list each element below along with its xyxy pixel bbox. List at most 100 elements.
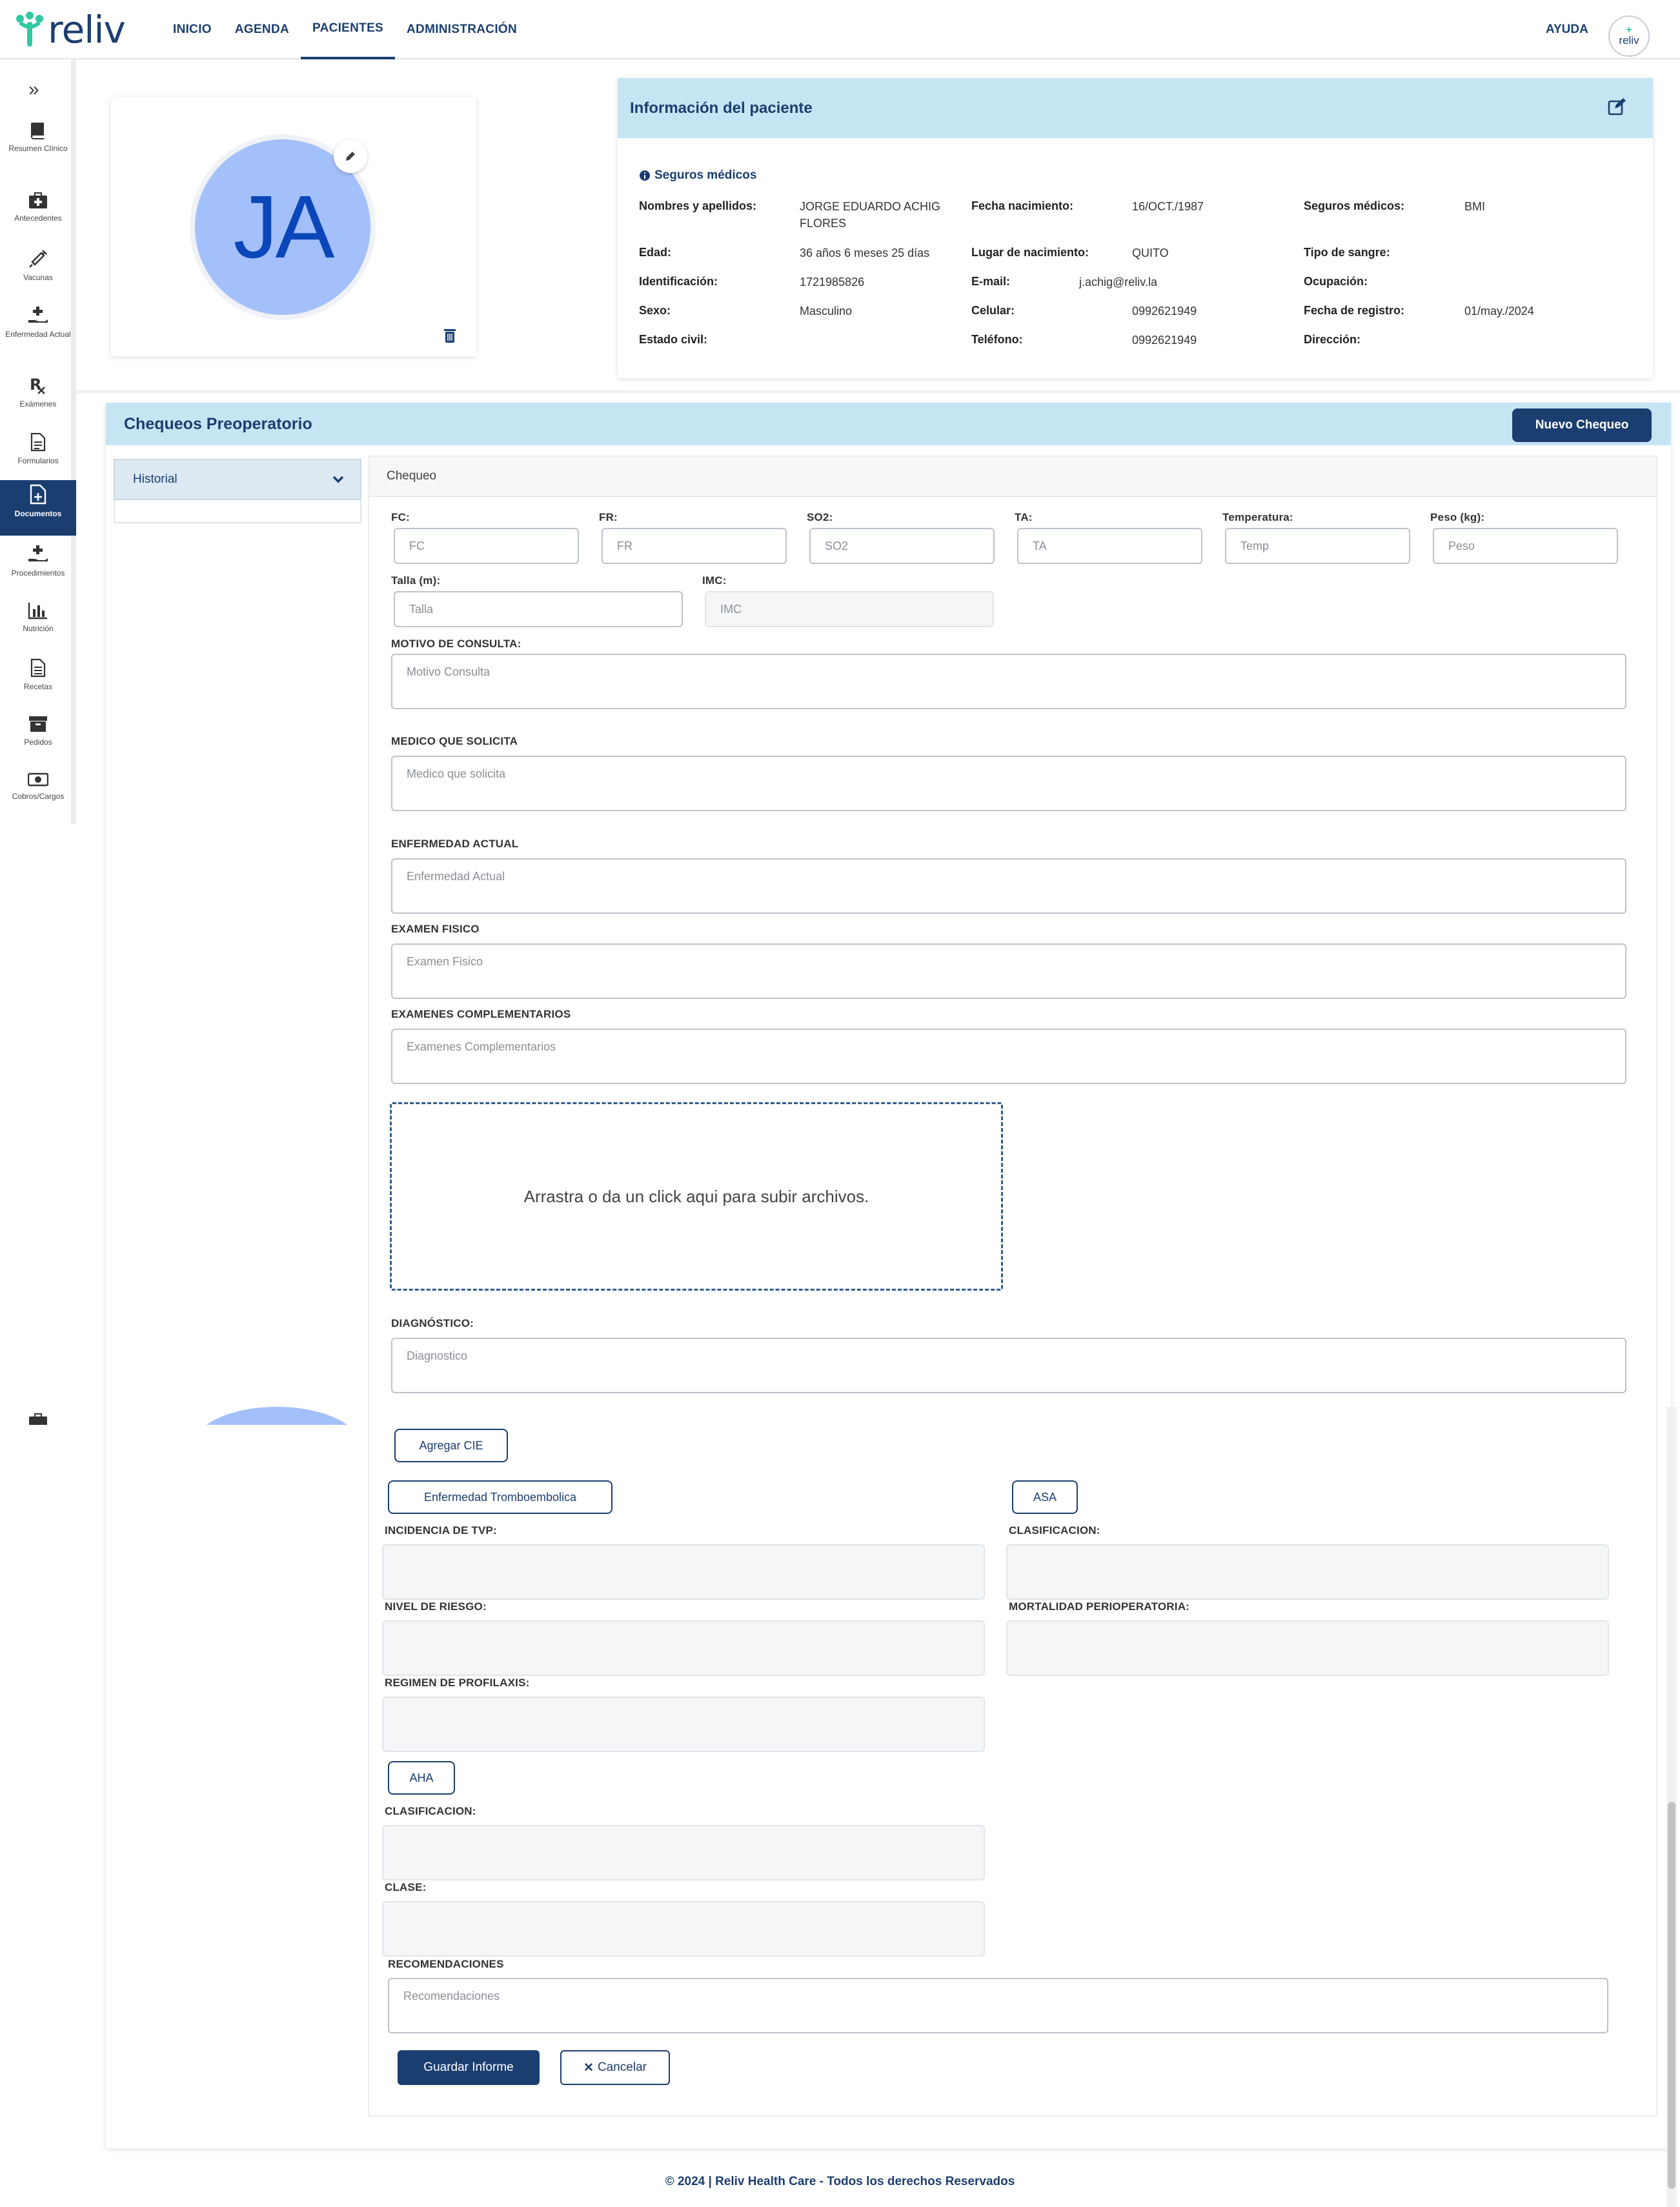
riesgo-field (382, 1620, 985, 1676)
riesgo-label: NIVEL DE RIESGO: (385, 1600, 487, 1613)
sidebar-item-recetas[interactable]: Recetas (0, 654, 76, 710)
main-nav: INICIO AGENDA PACIENTES ADMINISTRACIÓN (161, 0, 529, 59)
sidebar-label: Documentos (14, 509, 62, 518)
label-fecha-nacimiento: Fecha nacimiento: (971, 199, 1074, 212)
temp-input[interactable]: Temp (1225, 528, 1410, 564)
sidebar-item-pedidos[interactable]: Pedidos (0, 711, 76, 767)
preop-checks-header: Chequeos Preoperatorio Nuevo Chequeo (106, 403, 1671, 445)
reliv-logo[interactable]: reliv (14, 8, 126, 52)
archive-icon (29, 716, 47, 732)
so2-input[interactable]: SO2 (809, 528, 995, 564)
avatar-fragment (194, 1407, 360, 1425)
clase-label: CLASE: (385, 1881, 427, 1893)
money-icon (28, 772, 48, 787)
patient-info-header: Información del paciente (618, 78, 1653, 138)
sidebar-item-formularios[interactable]: Formularios (0, 428, 76, 484)
sidebar-item-documentos[interactable]: Documentos (0, 480, 76, 536)
value-email: j.achig@reliv.la (1079, 276, 1157, 288)
hand-plus-icon (28, 307, 48, 323)
chevron-down-icon (332, 476, 344, 483)
book-icon (31, 123, 44, 139)
logo-text: reliv (48, 8, 126, 52)
sidebar-item-enfermedad[interactable]: Enfermedad Actual (0, 302, 76, 358)
sidebar-item-resumen[interactable]: Resumen Clínico (0, 117, 76, 173)
user-avatar[interactable]: + reliv (1608, 15, 1650, 57)
file-icon (30, 432, 46, 452)
nav-pacientes[interactable]: PACIENTES (301, 0, 396, 59)
fc-input[interactable]: FC (394, 528, 579, 564)
hand-plus-icon (28, 545, 48, 561)
help-link[interactable]: AYUDA (1546, 0, 1588, 59)
insurance-title: Seguros médicos (654, 168, 757, 182)
pencil-icon (346, 152, 355, 161)
history-dropdown[interactable]: Historial (114, 459, 361, 500)
double-chevron-right-icon[interactable]: » (28, 79, 39, 101)
new-check-button[interactable]: Nuevo Chequeo (1512, 408, 1652, 442)
recomendaciones-textarea[interactable]: Recomendaciones (388, 1978, 1608, 2033)
cancel-button[interactable]: ✕ Cancelar (560, 2050, 670, 2085)
nav-administracion[interactable]: ADMINISTRACIÓN (395, 0, 529, 59)
save-report-button[interactable]: Guardar Informe (398, 2050, 540, 2085)
nav-agenda[interactable]: AGENDA (223, 0, 301, 59)
label-tipo-sangre: Tipo de sangre: (1304, 246, 1390, 259)
sidebar-item-antecedentes[interactable]: Antecedentes (0, 188, 76, 244)
peso-input[interactable]: Peso (1433, 528, 1618, 564)
profile-card: JA (111, 97, 476, 356)
clase-field (382, 1901, 985, 1957)
asa-button[interactable]: ASA (1012, 1480, 1078, 1514)
value-celular: 0992621949 (1132, 305, 1197, 317)
medico-textarea[interactable]: Medico que solicita (391, 756, 1626, 811)
talla-input[interactable]: Talla (394, 591, 683, 627)
sidebar-item-examenes[interactable]: R Exámenes (0, 372, 76, 427)
temp-label: Temperatura: (1222, 511, 1293, 523)
value-fecha-nacimiento: 16/OCT./1987 (1132, 200, 1204, 213)
motivo-textarea[interactable]: Motivo Consulta (391, 654, 1626, 709)
tab-chequeo[interactable]: Chequeo (369, 457, 1656, 497)
sidebar-label: Vacunas (23, 273, 53, 282)
insurance-link[interactable]: Seguros médicos (639, 168, 756, 183)
label-lugar-nacimiento: Lugar de nacimiento: (971, 246, 1089, 259)
add-cie-button[interactable]: Agregar CIE (394, 1429, 508, 1462)
label-sexo: Sexo: (639, 304, 671, 317)
sidebar-label: Recetas (23, 682, 53, 691)
sidebar-item-vacunas[interactable]: Vacunas (0, 245, 76, 301)
reliv-logo-icon (16, 12, 43, 46)
sidebar-item-procedimientos[interactable]: Procedimientos (0, 541, 76, 596)
ta-input[interactable]: TA (1017, 528, 1202, 564)
value-nombres: JORGE EDUARDO ACHIG FLORES (800, 200, 941, 230)
imc-input: IMC (705, 591, 994, 627)
section-divider (76, 390, 1680, 393)
label-celular: Celular: (971, 304, 1015, 317)
sidebar-label: Exámenes (19, 399, 57, 408)
complementarios-textarea[interactable]: Examenes Complementarios (391, 1029, 1626, 1084)
label-identificacion: Identificación: (639, 275, 718, 288)
sidebar-item-cobros[interactable]: Cobros/Cargos (0, 768, 76, 823)
rx-icon: R (30, 376, 45, 394)
scrollbar-thumb[interactable] (1668, 1802, 1675, 2189)
bar-chart-icon (28, 603, 47, 620)
so2-label: SO2: (807, 511, 833, 523)
sidebar-label: Resumen Clínico (8, 144, 68, 153)
diagnostico-textarea[interactable]: Diagnostico (391, 1338, 1626, 1393)
file-dropzone[interactable]: Arrastra o da un click aqui para subir a… (390, 1102, 1003, 1291)
sidebar-item-nutricion[interactable]: Nutrición (0, 598, 76, 653)
mortalidad-field (1006, 1620, 1609, 1676)
history-label: Historial (133, 472, 177, 486)
value-fecha-registro: 01/may./2024 (1464, 305, 1534, 317)
label-estado-civil: Estado civil: (639, 333, 708, 346)
fr-input[interactable]: FR (602, 528, 787, 564)
mortalidad-label: MORTALIDAD PERIOPERATORIA: (1009, 1600, 1190, 1613)
nav-inicio[interactable]: INICIO (161, 0, 223, 59)
thromboembolic-button[interactable]: Enfermedad Tromboembolica (388, 1480, 612, 1514)
aha-button[interactable]: AHA (388, 1761, 455, 1795)
examen-textarea[interactable]: Examen Fisico (391, 943, 1626, 999)
enfermedad-textarea[interactable]: Enfermedad Actual (391, 858, 1626, 914)
cancel-label: Cancelar (597, 2061, 647, 2074)
trash-icon[interactable] (443, 328, 457, 343)
patient-info-title: Información del paciente (630, 99, 813, 117)
label-email: E-mail: (971, 275, 1011, 288)
fr-label: FR: (599, 511, 618, 523)
profilaxis-label: REGIMEN DE PROFILAXIS: (385, 1677, 530, 1689)
edit-photo-button[interactable] (334, 139, 367, 173)
edit-icon[interactable] (1608, 97, 1626, 116)
